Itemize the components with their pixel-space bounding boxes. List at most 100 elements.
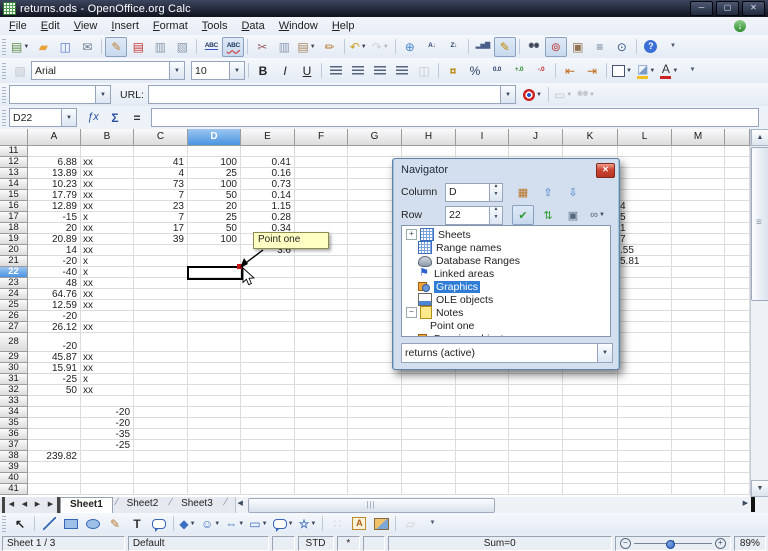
cell-B41[interactable] <box>81 484 134 495</box>
column-header-I[interactable]: I <box>456 129 509 146</box>
cell-J37[interactable] <box>509 440 563 451</box>
export-pdf-icon[interactable]: ▤ <box>127 37 149 57</box>
undo-icon[interactable]: ↶ ▼ <box>348 37 370 57</box>
zoom-slider[interactable]: − + <box>614 535 731 551</box>
line-tool-icon[interactable] <box>38 514 60 534</box>
cell-M38[interactable] <box>672 451 725 462</box>
navigator-item-sheets[interactable]: + Sheets <box>402 228 610 241</box>
cell-I31[interactable] <box>456 374 509 385</box>
cell-L23[interactable] <box>618 278 672 289</box>
cell-C31[interactable] <box>134 374 188 385</box>
cell-I11[interactable] <box>456 146 509 157</box>
cell-D25[interactable] <box>188 300 241 311</box>
email-icon[interactable]: ✉ <box>76 37 98 57</box>
cell-M20[interactable] <box>672 245 725 256</box>
cell-L25[interactable] <box>618 300 672 311</box>
cell-G37[interactable] <box>348 440 402 451</box>
sheet-tab-sheet1[interactable]: Sheet1 <box>60 497 113 513</box>
toolbar-grip[interactable] <box>2 38 6 55</box>
cell-E14[interactable]: 0.73 <box>241 179 295 190</box>
cell-E41[interactable] <box>241 484 295 495</box>
navigator-item-drawing-objects[interactable]: Drawing objects <box>402 332 610 336</box>
cell-M13[interactable] <box>672 168 725 179</box>
sort-descending-icon[interactable]: Z↓ <box>443 37 465 57</box>
align-center-icon[interactable] <box>347 61 369 81</box>
cell-N27[interactable] <box>725 322 750 333</box>
equals-icon[interactable]: = <box>126 108 148 128</box>
cell-N39[interactable] <box>725 462 750 473</box>
callouts-icon[interactable]: ▼ <box>271 514 297 534</box>
find-toolbar-icon[interactable]: ◉◉ ▼ <box>575 85 598 105</box>
cell-E27[interactable] <box>241 322 295 333</box>
menu-help[interactable]: Help <box>325 18 362 35</box>
cell-B17[interactable]: x <box>81 212 134 223</box>
cell-H38[interactable] <box>402 451 456 462</box>
cell-C26[interactable] <box>134 311 188 322</box>
column-header-C[interactable]: C <box>134 129 188 146</box>
data-range-icon[interactable]: ▦ <box>512 182 534 202</box>
column-header-G[interactable]: G <box>348 129 402 146</box>
cell-M36[interactable] <box>672 429 725 440</box>
cell-D31[interactable] <box>188 374 241 385</box>
styles-icon[interactable]: ▨ <box>9 61 31 81</box>
cell-D28[interactable] <box>188 333 241 352</box>
chevron-down-icon[interactable]: ▼ <box>213 521 221 527</box>
cell-A41[interactable] <box>28 484 81 495</box>
scroll-right-icon[interactable]: ▶ <box>743 499 748 507</box>
cell-J40[interactable] <box>509 473 563 484</box>
align-justified-icon[interactable] <box>391 61 413 81</box>
cell-M34[interactable] <box>672 407 725 418</box>
cell-A33[interactable] <box>28 396 81 407</box>
cell-N30[interactable] <box>725 363 750 374</box>
cell-L26[interactable] <box>618 311 672 322</box>
cell-C39[interactable] <box>134 462 188 473</box>
cell-B40[interactable] <box>81 473 134 484</box>
chevron-down-icon[interactable]: ▼ <box>597 344 612 362</box>
cell-M26[interactable] <box>672 311 725 322</box>
cell-B14[interactable]: xx <box>81 179 134 190</box>
cell-E25[interactable] <box>241 300 295 311</box>
sheet-tab-sheet3[interactable]: Sheet3 <box>172 497 222 513</box>
cell-L11[interactable] <box>618 146 672 157</box>
currency-format-icon[interactable]: ¤ <box>442 61 464 81</box>
hyperlink-target-icon[interactable]: ▼ <box>521 85 545 105</box>
contents-icon[interactable]: ✔ <box>512 205 534 225</box>
cell-N40[interactable] <box>725 473 750 484</box>
cell-F17[interactable] <box>295 212 348 223</box>
cell-K31[interactable] <box>563 374 618 385</box>
sort-ascending-icon[interactable]: A↓ <box>421 37 443 57</box>
insert-mode-indicator[interactable] <box>271 535 295 551</box>
cell-D26[interactable] <box>188 311 241 322</box>
corner-header[interactable] <box>0 129 28 146</box>
cell-A14[interactable]: 10.23 <box>28 179 81 190</box>
cell-C38[interactable] <box>134 451 188 462</box>
restore-button[interactable]: ▢ <box>716 1 739 16</box>
column-header-J[interactable]: J <box>509 129 563 146</box>
page-style-indicator[interactable]: Default <box>127 535 269 551</box>
chevron-down-icon[interactable]: ▼ <box>287 521 295 527</box>
cell-L17[interactable]: 5 <box>618 212 672 223</box>
cell-G39[interactable] <box>348 462 402 473</box>
cell-M22[interactable] <box>672 267 725 278</box>
symbol-shapes-icon[interactable]: ☺ ▼ <box>199 514 223 534</box>
cell-L31[interactable] <box>618 374 672 385</box>
cell-C37[interactable] <box>134 440 188 451</box>
save-icon[interactable]: ◫ <box>54 37 76 57</box>
cell-C17[interactable]: 7 <box>134 212 188 223</box>
cell-A23[interactable]: 48 <box>28 278 81 289</box>
hyperlink-icon[interactable]: ⊕ <box>399 37 421 57</box>
cell-M31[interactable] <box>672 374 725 385</box>
name-box[interactable]: D22 ▼ <box>9 108 77 127</box>
ellipse-tool-icon[interactable] <box>82 514 104 534</box>
cell-C12[interactable]: 41 <box>134 157 188 168</box>
draw-functions-icon[interactable]: ✎ <box>493 36 516 57</box>
cell-D38[interactable] <box>188 451 241 462</box>
zoom-in-icon[interactable]: + <box>714 537 726 549</box>
cell-A40[interactable] <box>28 473 81 484</box>
cell-I33[interactable] <box>456 396 509 407</box>
cell-L41[interactable] <box>618 484 672 495</box>
selected-cell-D22[interactable] <box>187 266 243 280</box>
cell-D20[interactable] <box>188 245 241 256</box>
menu-edit[interactable]: Edit <box>34 18 67 35</box>
cell-N15[interactable] <box>725 190 750 201</box>
